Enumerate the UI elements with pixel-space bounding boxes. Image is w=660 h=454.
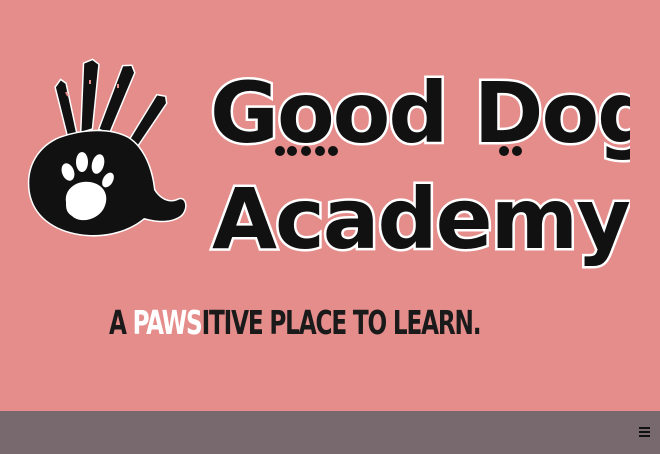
tagline-highlight: PAWS [132,303,203,342]
tagline-suffix: ITIVE PLACE TO LEARN. [201,303,482,342]
hamburger-menu-icon[interactable] [638,425,651,439]
hero-section: Good Dog Academy A PAWSITIVE PLACE TO LE… [0,0,660,411]
tagline: A PAWSITIVE PLACE TO LEARN. [109,303,482,343]
brand-line2: Academy [212,170,630,268]
brand-line1: Good Dog [210,64,630,162]
handprint-with-paw-icon [27,58,187,237]
brand-logo: Good Dog Academy [27,58,630,271]
tagline-prefix: A [109,303,133,342]
footer-bar [0,411,660,454]
